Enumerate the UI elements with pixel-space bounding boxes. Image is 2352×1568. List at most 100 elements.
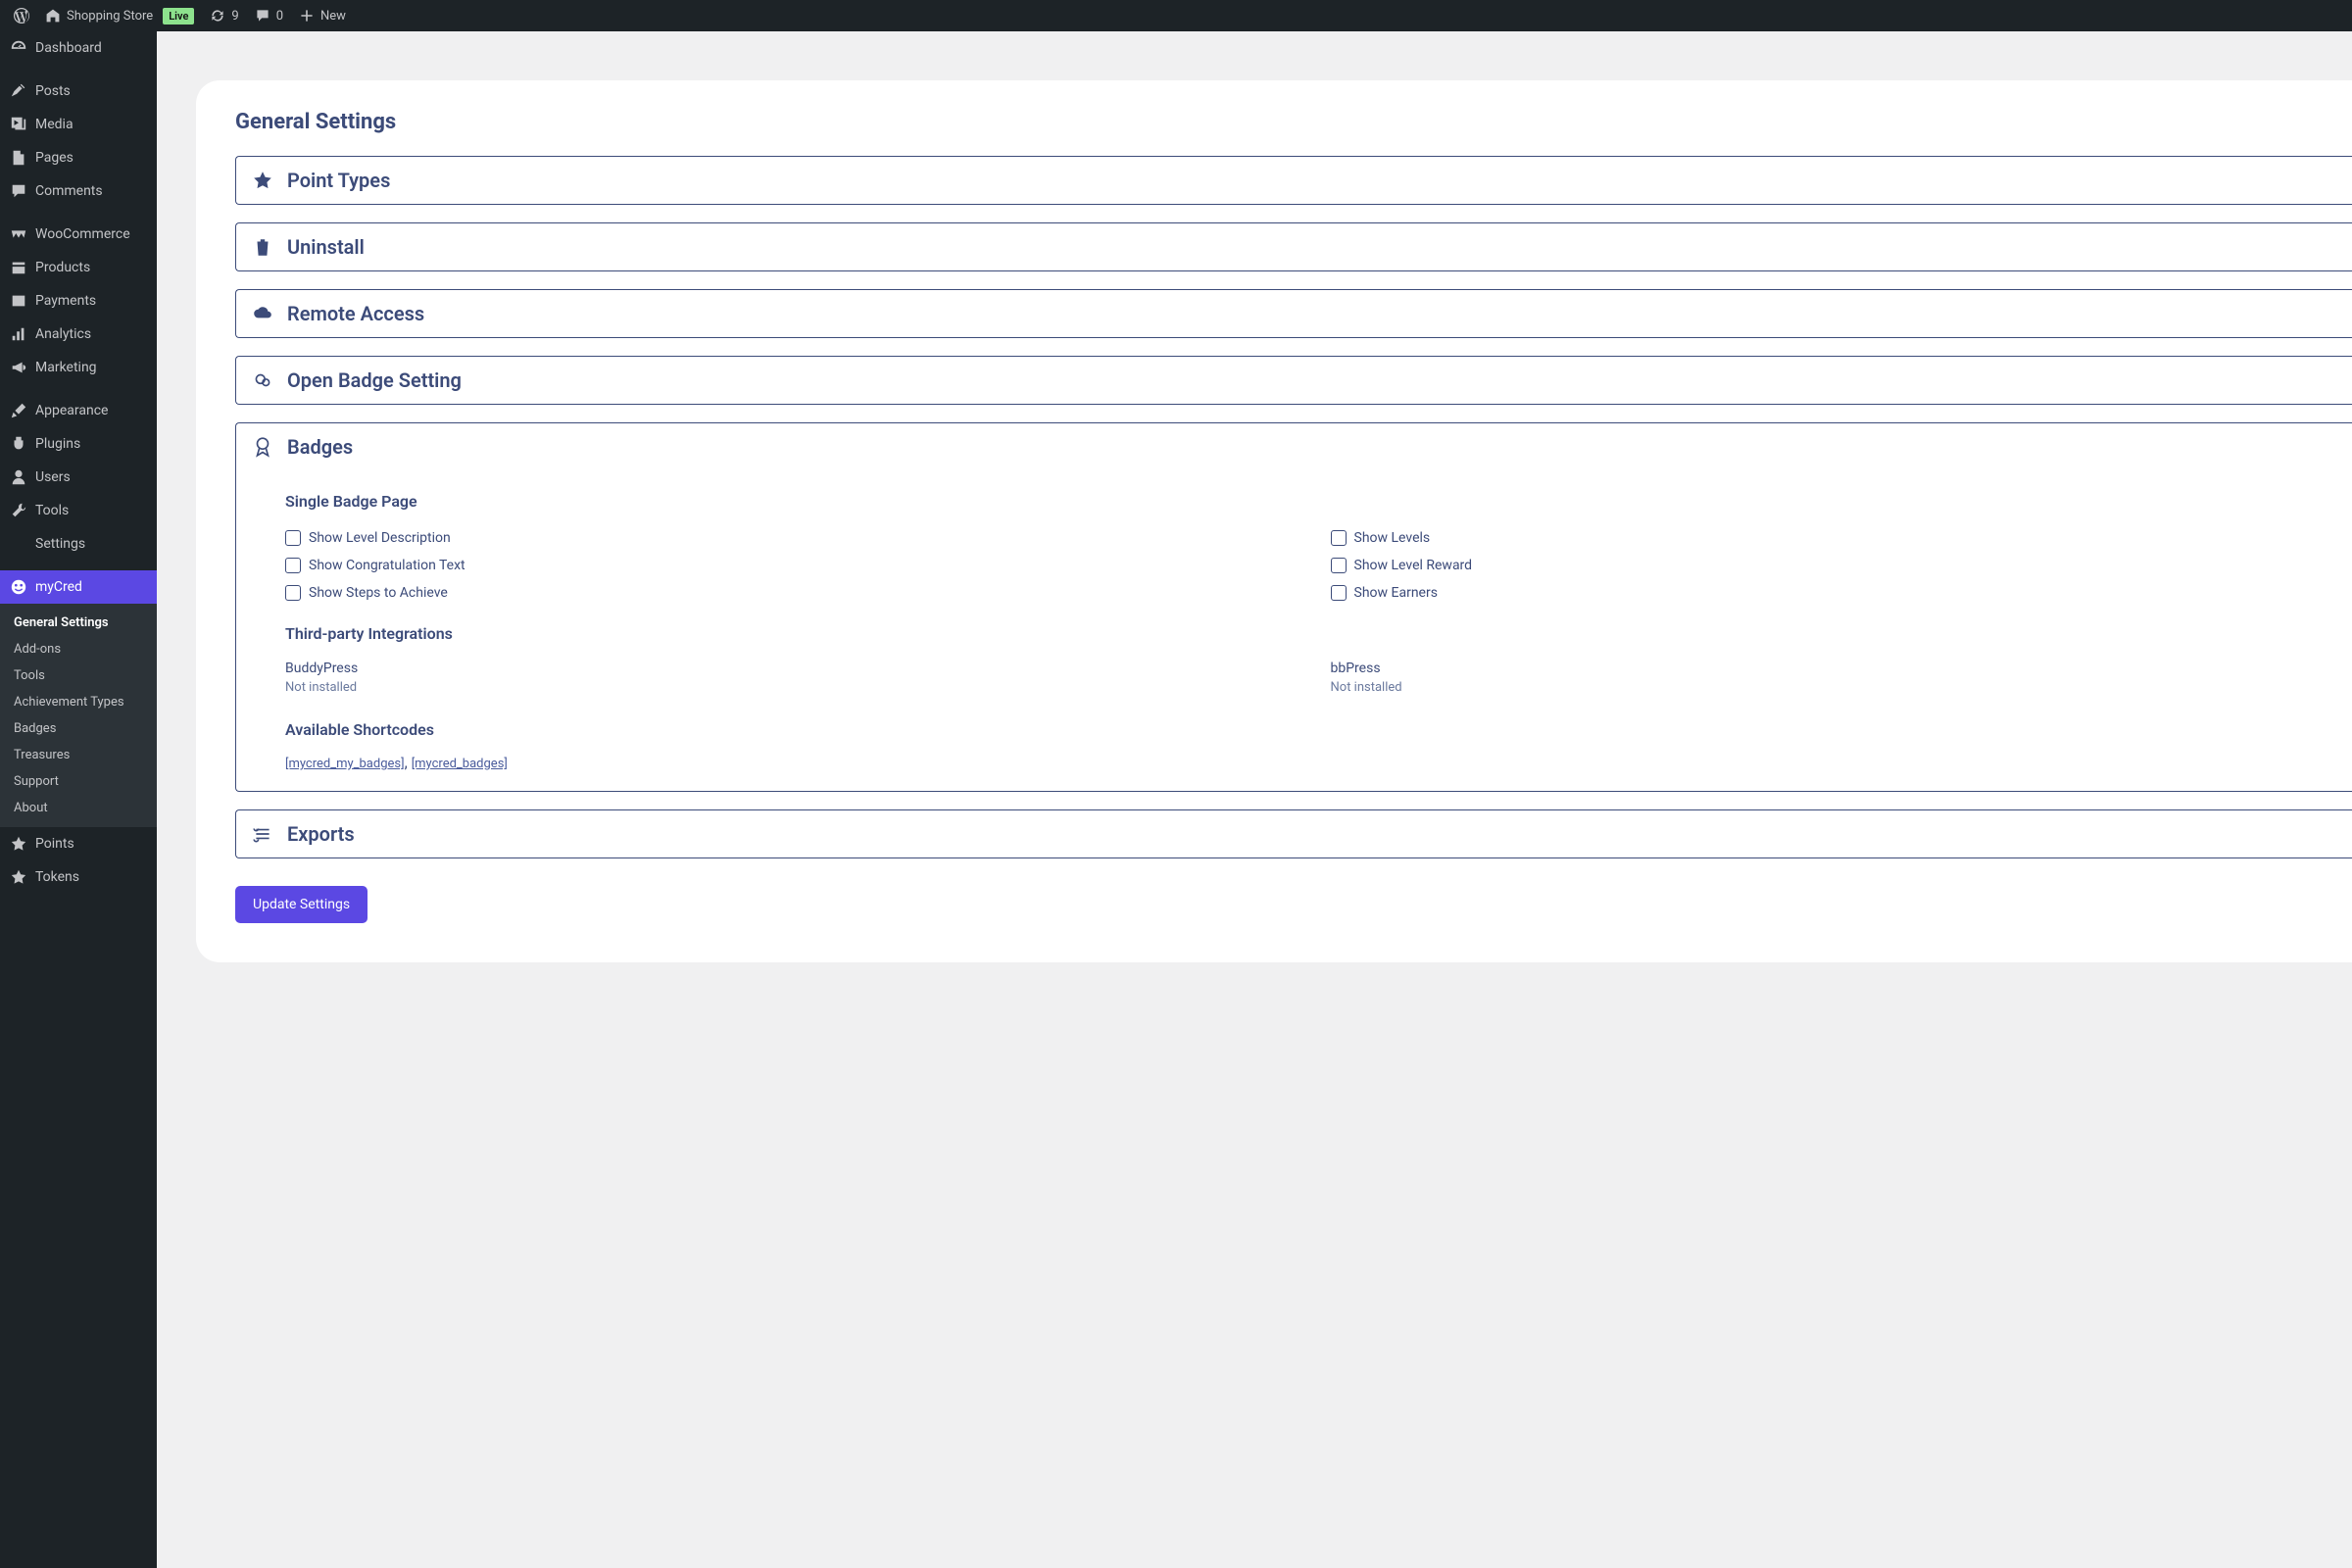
accordion-point-types: Point Types — [235, 156, 2352, 205]
checkbox-label: Show Congratulation Text — [309, 558, 466, 573]
sidebar-item-analytics[interactable]: Analytics — [0, 318, 157, 351]
comma: , — [405, 753, 412, 771]
sidebar-item-plugins[interactable]: Plugins — [0, 427, 157, 461]
sidebar-item-label: Tokens — [35, 869, 79, 885]
accordion-header-exports[interactable]: Exports — [236, 810, 2352, 858]
sidebar-item-label: Media — [35, 117, 74, 132]
sidebar-item-label: Tools — [35, 503, 69, 518]
accordion-header-point-types[interactable]: Point Types — [236, 157, 2352, 204]
checkbox-steps-to-achieve[interactable]: Show Steps to Achieve — [285, 579, 1292, 607]
submenu-badges[interactable]: Badges — [0, 715, 157, 742]
comment-icon — [255, 8, 270, 24]
admin-bar: Shopping Store Live 9 0 New — [0, 0, 2352, 31]
sidebar-item-settings[interactable]: Settings — [0, 527, 157, 561]
wp-logo[interactable] — [6, 0, 37, 31]
sidebar-item-comments[interactable]: Comments — [0, 174, 157, 208]
updates-link[interactable]: 9 — [202, 0, 246, 31]
accordion-header-badges[interactable]: Badges — [236, 423, 2352, 470]
sidebar-item-products[interactable]: Products — [0, 251, 157, 284]
sidebar-item-users[interactable]: Users — [0, 461, 157, 494]
trash-icon — [252, 236, 273, 258]
checkbox-input[interactable] — [1331, 558, 1347, 573]
buddypress-label: BuddyPress — [285, 661, 1292, 676]
checkbox-congratulation-text[interactable]: Show Congratulation Text — [285, 552, 1292, 579]
export-icon — [252, 823, 273, 845]
submenu-support[interactable]: Support — [0, 768, 157, 795]
comments-link[interactable]: 0 — [247, 0, 291, 31]
sidebar-item-mycred[interactable]: myCred — [0, 570, 157, 604]
submenu-addons[interactable]: Add-ons — [0, 636, 157, 662]
refresh-icon — [210, 8, 225, 24]
accordion-title: Remote Access — [287, 302, 424, 325]
sidebar-item-woocommerce[interactable]: WooCommerce — [0, 218, 157, 251]
admin-sidebar: Dashboard Posts Media Pages Comments Woo… — [0, 31, 157, 1568]
checkbox-level-description[interactable]: Show Level Description — [285, 524, 1292, 552]
submenu-tools[interactable]: Tools — [0, 662, 157, 689]
star-icon — [10, 868, 27, 886]
site-link[interactable]: Shopping Store Live — [37, 0, 202, 31]
plug-icon — [10, 435, 27, 453]
submenu-achievement-types[interactable]: Achievement Types — [0, 689, 157, 715]
updates-count: 9 — [231, 9, 238, 24]
sidebar-item-tokens[interactable]: Tokens — [0, 860, 157, 894]
sidebar-item-pages[interactable]: Pages — [0, 141, 157, 174]
third-party-label: Third-party Integrations — [285, 624, 2336, 643]
page-title: General Settings — [235, 110, 2352, 134]
checkbox-input[interactable] — [285, 530, 301, 546]
wordpress-icon — [14, 8, 29, 24]
checkbox-input[interactable] — [1331, 530, 1347, 546]
media-icon — [10, 116, 27, 133]
submenu-general-settings[interactable]: General Settings — [0, 610, 157, 636]
accordion-header-remote-access[interactable]: Remote Access — [236, 290, 2352, 337]
update-settings-button[interactable]: Update Settings — [235, 886, 368, 923]
products-icon — [10, 259, 27, 276]
new-link[interactable]: New — [291, 0, 354, 31]
sidebar-item-dashboard[interactable]: Dashboard — [0, 31, 157, 65]
dashboard-icon — [10, 39, 27, 57]
checkbox-label: Show Steps to Achieve — [309, 585, 448, 601]
sidebar-item-marketing[interactable]: Marketing — [0, 351, 157, 384]
submenu-treasures[interactable]: Treasures — [0, 742, 157, 768]
sidebar-item-appearance[interactable]: Appearance — [0, 394, 157, 427]
accordion-header-open-badge[interactable]: Open Badge Setting — [236, 357, 2352, 404]
star-icon — [10, 835, 27, 853]
sidebar-item-media[interactable]: Media — [0, 108, 157, 141]
shortcode-link-badges[interactable]: [mycred_badges] — [412, 757, 508, 771]
sidebar-item-label: Plugins — [35, 436, 80, 452]
content-card: General Settings Point Types Uninstall R… — [196, 80, 2352, 962]
sidebar-item-tools[interactable]: Tools — [0, 494, 157, 527]
analytics-icon — [10, 325, 27, 343]
accordion-badges: Badges Single Badge Page Show Level Desc… — [235, 422, 2352, 792]
home-icon — [45, 8, 61, 24]
buddypress-status: Not installed — [285, 680, 1292, 695]
checkbox-input[interactable] — [1331, 585, 1347, 601]
badge-settings-icon — [252, 369, 273, 391]
single-badge-label: Single Badge Page — [285, 492, 2336, 511]
checkbox-input[interactable] — [285, 558, 301, 573]
shortcodes-label: Available Shortcodes — [285, 720, 2336, 739]
checkbox-show-level-reward[interactable]: Show Level Reward — [1331, 552, 2337, 579]
sidebar-item-label: Comments — [35, 183, 103, 199]
sidebar-item-label: Dashboard — [35, 40, 102, 56]
checkbox-show-levels[interactable]: Show Levels — [1331, 524, 2337, 552]
submenu-about[interactable]: About — [0, 795, 157, 821]
woo-icon — [10, 225, 27, 243]
page-icon — [10, 149, 27, 167]
checkbox-input[interactable] — [285, 585, 301, 601]
wrench-icon — [10, 502, 27, 519]
accordion-title: Exports — [287, 822, 355, 846]
bbpress-status: Not installed — [1331, 680, 2337, 695]
sidebar-item-label: Settings — [35, 536, 85, 552]
bbpress-label: bbPress — [1331, 661, 2337, 676]
sidebar-item-label: Products — [35, 260, 90, 275]
sidebar-item-points[interactable]: Points — [0, 827, 157, 860]
sidebar-item-payments[interactable]: Payments — [0, 284, 157, 318]
accordion-header-uninstall[interactable]: Uninstall — [236, 223, 2352, 270]
shortcode-link-my-badges[interactable]: [mycred_my_badges] — [285, 757, 405, 771]
comment-icon — [10, 182, 27, 200]
sliders-icon — [10, 535, 27, 553]
main-content: General Settings Point Types Uninstall R… — [157, 31, 2352, 1568]
sidebar-item-posts[interactable]: Posts — [0, 74, 157, 108]
checkbox-show-earners[interactable]: Show Earners — [1331, 579, 2337, 607]
checkbox-label: Show Earners — [1354, 585, 1438, 601]
